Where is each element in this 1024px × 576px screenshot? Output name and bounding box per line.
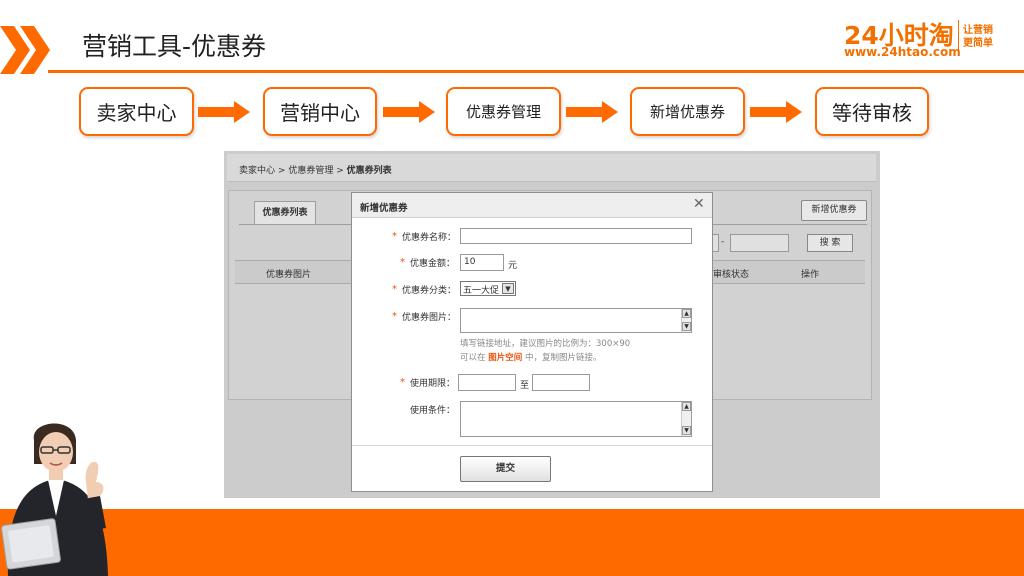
- category-label: 优惠券分类：: [402, 286, 457, 296]
- column-header-audit-status: 审核状态: [713, 270, 750, 280]
- form-row-image: * 优惠券图片： ▲ ▼ 填写链接地址，建议图片的比例为：300×90 可以在 …: [352, 308, 712, 368]
- logo-slogan: 让营销 更简单: [963, 24, 993, 50]
- new-coupon-button[interactable]: 新增优惠券: [801, 200, 867, 221]
- dialog-title: 新增优惠券: [360, 203, 408, 214]
- image-hint-2: 可以在 图片空间 中，复制图片链接。: [460, 351, 601, 363]
- date-range-separator: -: [721, 237, 725, 247]
- coupon-image-label: 优惠券图片：: [402, 313, 457, 323]
- scroll-down-icon[interactable]: ▼: [682, 322, 691, 331]
- period-end-input[interactable]: [532, 374, 590, 391]
- amount-label: 优惠金额：: [410, 259, 456, 269]
- dialog-header: 新增优惠券 ✕: [352, 193, 712, 218]
- required-mark: *: [400, 377, 405, 388]
- period-start-input[interactable]: [458, 374, 516, 391]
- breadcrumb-separator: >: [277, 166, 286, 176]
- logo-url: www.24htao.com: [844, 45, 961, 59]
- header-divider: [48, 70, 1024, 73]
- breadcrumb-separator: >: [336, 166, 344, 176]
- scroll-down-icon[interactable]: ▼: [682, 426, 691, 435]
- image-hint-2-suffix: 中，复制图片链接。: [524, 353, 602, 363]
- logo-separator: [958, 20, 959, 56]
- tab-coupon-list[interactable]: 优惠券列表: [254, 201, 316, 225]
- arrow-right-icon: [198, 101, 250, 123]
- period-label: 使用期限：: [410, 379, 456, 389]
- amount-unit: 元: [508, 261, 518, 271]
- scrollbar[interactable]: ▲ ▼: [681, 309, 691, 332]
- coupon-name-input[interactable]: [460, 228, 692, 244]
- period-to-label: 至: [520, 381, 530, 391]
- submit-button[interactable]: 提交: [460, 456, 551, 482]
- image-space-link[interactable]: 图片空间: [488, 353, 522, 363]
- new-coupon-dialog: 新增优惠券 ✕ * 优惠券名称： * 优惠金额： 10 元 * 优惠券分类： 五…: [351, 192, 713, 492]
- logo-slogan-line1: 让营销: [963, 25, 993, 36]
- form-row-name: * 优惠券名称：: [352, 228, 712, 248]
- arrow-right-icon: [566, 101, 618, 123]
- arrow-right-icon: [750, 101, 802, 123]
- amount-input[interactable]: 10: [460, 254, 504, 271]
- search-button[interactable]: 搜 索: [807, 234, 853, 252]
- chevron-down-icon[interactable]: ▼: [502, 283, 514, 294]
- scroll-up-icon[interactable]: ▲: [682, 309, 691, 318]
- flow-step-new-coupon: 新增优惠券: [630, 87, 745, 136]
- form-row-amount: * 优惠金额： 10 元: [352, 254, 712, 274]
- form-row-condition: 使用条件： ▲ ▼: [352, 401, 712, 441]
- category-selected-value: 五一大促: [463, 286, 500, 296]
- required-mark: *: [400, 257, 405, 268]
- slide-title: 营销工具-优惠券: [82, 32, 267, 61]
- footer-band: [0, 509, 1024, 576]
- flow-step-marketing-center: 营销中心: [263, 87, 377, 136]
- column-header-action: 操作: [801, 270, 820, 280]
- flow-step-pending-review: 等待审核: [815, 87, 929, 136]
- scroll-up-icon[interactable]: ▲: [682, 402, 691, 411]
- coupon-image-textarea[interactable]: [460, 308, 692, 333]
- breadcrumb-current: 优惠券列表: [346, 166, 392, 176]
- form-row-period: * 使用期限： 至: [352, 374, 712, 394]
- breadcrumb: 卖家中心 > 优惠券管理 > 优惠券列表: [227, 154, 876, 182]
- condition-label: 使用条件：: [410, 406, 456, 416]
- image-hint: 填写链接地址，建议图片的比例为：300×90: [460, 339, 631, 349]
- breadcrumb-seller-center[interactable]: 卖家中心: [239, 166, 275, 176]
- breadcrumb-coupon-management[interactable]: 优惠券管理: [288, 166, 333, 176]
- condition-textarea[interactable]: [460, 401, 692, 437]
- brand-logo: 24小时淘 www.24htao.com 让营销 更简单: [842, 16, 1012, 60]
- dialog-footer-divider: [352, 445, 712, 446]
- image-hint-2-prefix: 可以在: [460, 353, 486, 363]
- coupon-name-label: 优惠券名称：: [402, 233, 457, 243]
- close-icon[interactable]: ✕: [693, 196, 705, 212]
- scrollbar[interactable]: ▲ ▼: [681, 402, 691, 436]
- required-mark: *: [392, 311, 397, 322]
- arrow-right-icon: [383, 101, 435, 123]
- flow-step-coupon-management: 优惠券管理: [446, 87, 561, 136]
- logo-slogan-line2: 更简单: [963, 38, 993, 49]
- flow-step-seller-center: 卖家中心: [79, 87, 194, 136]
- presenter-illustration: [1, 423, 108, 576]
- column-header-image: 优惠券图片: [266, 270, 312, 280]
- slide: 营销工具-优惠券 24小时淘 www.24htao.com 让营销 更简单 卖家…: [0, 0, 1024, 576]
- required-mark: *: [392, 231, 397, 242]
- chevron-right-icon: [0, 26, 50, 74]
- form-row-category: * 优惠券分类： 五一大促 ▼: [352, 281, 712, 301]
- required-mark: *: [392, 284, 397, 295]
- date-end-input[interactable]: [730, 234, 789, 252]
